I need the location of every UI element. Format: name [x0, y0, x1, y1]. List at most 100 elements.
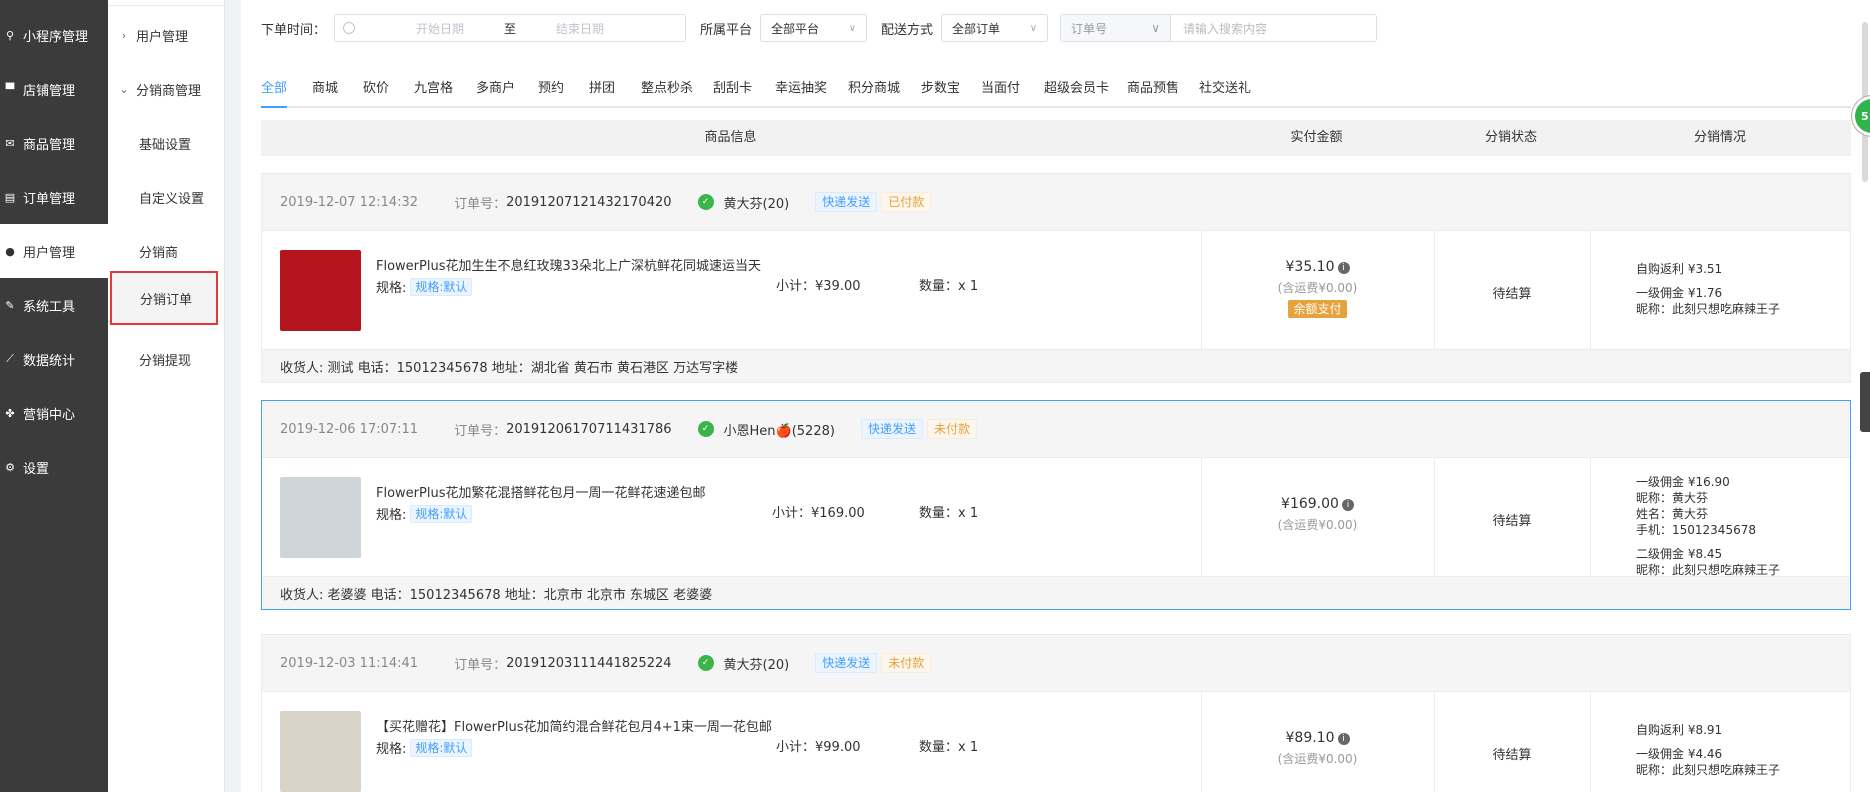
- order-no: 20191206170711431786: [506, 421, 672, 437]
- paid-amount-cell: ¥35.10 i (含运费¥0.00) 余额支付: [1201, 259, 1434, 318]
- order-type-tabs: 全部 商城 砍价 九宫格 多商户 预约 拼团 整点秒杀 刮刮卡 幸运抽奖 积分商城 步数宝 当面付 超级会…: [261, 72, 1851, 108]
- sidebar-item-miniprogram[interactable]: ⚲ 小程序管理: [0, 8, 108, 62]
- sidebar-item-orders[interactable]: ▤ 订单管理: [0, 170, 108, 224]
- tab-14[interactable]: 商品预售: [1127, 72, 1179, 106]
- chevron-right-icon: ›: [121, 28, 127, 42]
- column-divider: [1590, 231, 1591, 350]
- submenu-dist-order[interactable]: 分销订单: [110, 271, 218, 325]
- product-spec: 规格: 规格:默认: [376, 504, 473, 523]
- order-icon: ▤: [4, 190, 16, 204]
- buyer-nickname[interactable]: 小恩Hen🍎(5228): [724, 420, 835, 439]
- tab-15[interactable]: 社交送礼: [1199, 72, 1251, 106]
- dist-line: 昵称：此刻只想吃麻辣王子: [1636, 763, 1781, 777]
- platform-label: 所属平台: [700, 22, 753, 38]
- dist-line: 手机：15012345678: [1636, 523, 1756, 537]
- buyer-nickname[interactable]: 黄大芬(20): [724, 654, 790, 673]
- sidebar-item-goods-label: 商品管理: [23, 137, 76, 153]
- start-date-input[interactable]: 开始日期: [385, 20, 495, 37]
- tab-12[interactable]: 当面付: [981, 72, 1020, 106]
- submenu-withdraw[interactable]: 分销提现: [108, 332, 225, 386]
- info-icon[interactable]: i: [1337, 262, 1350, 274]
- quantity: 数量：x 1: [919, 279, 979, 294]
- paid-amount: ¥35.10 i: [1201, 259, 1434, 275]
- tab-2[interactable]: 砍价: [363, 72, 389, 106]
- order-header: 2019-12-06 17:07:11 订单号： 20191206170711431…: [262, 401, 1850, 457]
- order-card: 2019-12-03 11:14:41 订单号： 20191203111441825…: [261, 634, 1851, 792]
- table-header: 商品信息 实付金额 分销状态 分销情况: [261, 120, 1851, 156]
- sidebar-item-orders-label: 订单管理: [23, 191, 76, 207]
- tab-7[interactable]: 整点秒杀: [641, 72, 693, 106]
- order-header: 2019-12-03 11:14:41 订单号： 20191203111441825…: [262, 635, 1850, 691]
- product-thumbnail[interactable]: [280, 250, 361, 331]
- shipping-fee: (含运费¥0.00): [1277, 281, 1358, 295]
- tab-9[interactable]: 幸运抽奖: [775, 72, 827, 106]
- dist-detail: 一级佣金 ¥16.90 昵称：黄大芬 姓名：黄大芬 手机：15012345678 二级佣…: [1636, 474, 1780, 578]
- product-thumbnail[interactable]: [280, 711, 361, 792]
- tab-1[interactable]: 商城: [312, 72, 338, 106]
- submenu-custom-settings[interactable]: 自定义设置: [108, 170, 225, 224]
- tab-10[interactable]: 积分商城: [848, 72, 900, 106]
- marketing-icon: ✤: [5, 406, 15, 420]
- date-range-picker[interactable]: 开始日期 至 结束日期: [334, 14, 687, 42]
- sidebar-item-settings[interactable]: ⚙ 设置: [0, 440, 108, 494]
- product-name[interactable]: 【买花赠花】FlowerPlus花加简约混合鲜花包月4+1束一周一花包邮: [376, 716, 772, 735]
- dist-line: 一级佣金 ¥4.46: [1636, 747, 1723, 761]
- product-name[interactable]: FlowerPlus花加繁花混搭鲜花包月一周一花鲜花速递包邮: [376, 482, 705, 501]
- store-icon: ▀: [5, 82, 15, 96]
- header-goods-info: 商品信息: [704, 130, 757, 145]
- end-date-input[interactable]: 结束日期: [525, 20, 635, 37]
- chevron-down-icon: ∨: [1151, 21, 1161, 35]
- sidebar-item-users[interactable]: ● 用户管理: [0, 224, 108, 278]
- info-icon[interactable]: i: [1337, 733, 1350, 745]
- submenu-basic-settings[interactable]: 基础设置: [108, 116, 225, 170]
- tab-8[interactable]: 刮刮卡: [713, 72, 752, 106]
- tab-11[interactable]: 步数宝: [921, 72, 960, 106]
- order-body: FlowerPlus花加生生不息红玫瑰33朵北上广深杭鲜花同城速运当天 规格: 规格…: [262, 230, 1850, 350]
- dist-status: 待结算: [1492, 287, 1532, 302]
- product-spec: 规格: 规格:默认: [376, 738, 473, 757]
- tab-0[interactable]: 全部: [261, 72, 288, 108]
- shipping-fee: (含运费¥0.00): [1277, 752, 1358, 766]
- tab-3[interactable]: 九宫格: [414, 72, 453, 106]
- tab-4[interactable]: 多商户: [476, 72, 515, 106]
- sidebar-item-store[interactable]: ▀ 店铺管理: [0, 62, 108, 116]
- header-dist-status: 分销状态: [1484, 130, 1537, 145]
- buyer-nickname[interactable]: 黄大芬(20): [724, 193, 790, 212]
- platform-select[interactable]: 全部平台 ∨: [760, 14, 868, 42]
- submenu-dist-order-label: 分销订单: [140, 292, 193, 308]
- paid-amount-cell: ¥169.00 i (含运费¥0.00): [1201, 496, 1434, 533]
- tab-6[interactable]: 拼团: [589, 72, 615, 106]
- submenu-distributor[interactable]: 分销商: [108, 224, 225, 278]
- submenu-user-mgmt[interactable]: › 用户管理: [108, 8, 225, 62]
- delivery-select[interactable]: 全部订单 ∨: [941, 14, 1049, 42]
- tab-13[interactable]: 超级会员卡: [1044, 72, 1109, 106]
- sidebar-item-tools[interactable]: ✎ 系统工具: [0, 278, 108, 332]
- side-drawer-handle[interactable]: [1860, 372, 1870, 432]
- order-header: 2019-12-07 12:14:32 订单号： 20191207121432170…: [262, 174, 1850, 230]
- order-time-label: 下单时间：: [261, 22, 327, 38]
- link-icon: ⚲: [5, 28, 15, 42]
- delivery-label: 配送方式: [881, 22, 934, 38]
- delivery-tag: 快递发送: [815, 192, 878, 212]
- tab-5[interactable]: 预约: [538, 72, 564, 106]
- dist-line: 自购返利 ¥3.51: [1636, 262, 1723, 276]
- sidebar-item-stats[interactable]: ⟋ 数据统计: [0, 332, 108, 386]
- sidebar-item-goods[interactable]: ✉ 商品管理: [0, 116, 108, 170]
- dist-status: 待结算: [1492, 748, 1532, 763]
- product-name[interactable]: FlowerPlus花加生生不息红玫瑰33朵北上广深杭鲜花同城速运当天: [376, 255, 761, 274]
- dist-line: 一级佣金 ¥1.76: [1636, 286, 1723, 300]
- product-thumbnail[interactable]: [280, 477, 361, 558]
- search-input[interactable]: 请输入搜索内容: [1171, 15, 1376, 41]
- chevron-down-icon: ∨: [1029, 22, 1038, 34]
- submenu-dist-mgmt[interactable]: ⌄ 分销商管理: [108, 62, 225, 116]
- order-body: FlowerPlus花加繁花混搭鲜花包月一周一花鲜花速递包邮 规格: 规格:默认 小计…: [262, 457, 1850, 578]
- order-time: 2019-12-03 11:14:41: [280, 655, 419, 671]
- sidebar-item-marketing[interactable]: ✤ 营销中心: [0, 386, 108, 440]
- paid-amount-cell: ¥89.10 i (含运费¥0.00): [1201, 730, 1434, 767]
- main-sidebar: ⚲ 小程序管理 ▀ 店铺管理 ✉ 商品管理 ▤ 订单管理 ● 用户管理 ✎ 系统工具 ⟋ 数据统计 ✤ 营销中…: [0, 0, 108, 792]
- info-icon[interactable]: i: [1341, 499, 1354, 511]
- search-type-select[interactable]: 订单号 ∨: [1061, 15, 1172, 41]
- paid-amount: ¥169.00 i: [1201, 496, 1434, 512]
- column-divider: [1434, 692, 1435, 792]
- subtotal: 小计：¥99.00: [776, 740, 861, 755]
